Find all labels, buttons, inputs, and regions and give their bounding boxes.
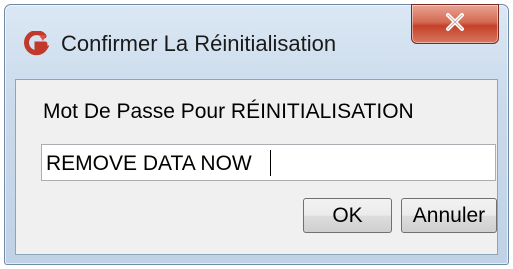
password-prompt-label: Mot De Passe Pour RÉINITIALISATION (43, 100, 414, 123)
reset-confirm-dialog: Confirmer La Réinitialisation Mot De Pas… (4, 4, 509, 265)
close-icon (444, 12, 466, 37)
app-logo-icon (23, 30, 50, 57)
reset-password-input[interactable] (41, 144, 496, 181)
cancel-button[interactable]: Annuler (401, 198, 497, 233)
ok-button[interactable]: OK (303, 198, 392, 233)
text-caret (270, 150, 271, 176)
close-button[interactable] (411, 4, 499, 44)
title-bar[interactable]: Confirmer La Réinitialisation (5, 4, 508, 79)
dialog-body: Mot De Passe Pour RÉINITIALISATION OK An… (15, 79, 498, 255)
window-title: Confirmer La Réinitialisation (61, 31, 337, 56)
